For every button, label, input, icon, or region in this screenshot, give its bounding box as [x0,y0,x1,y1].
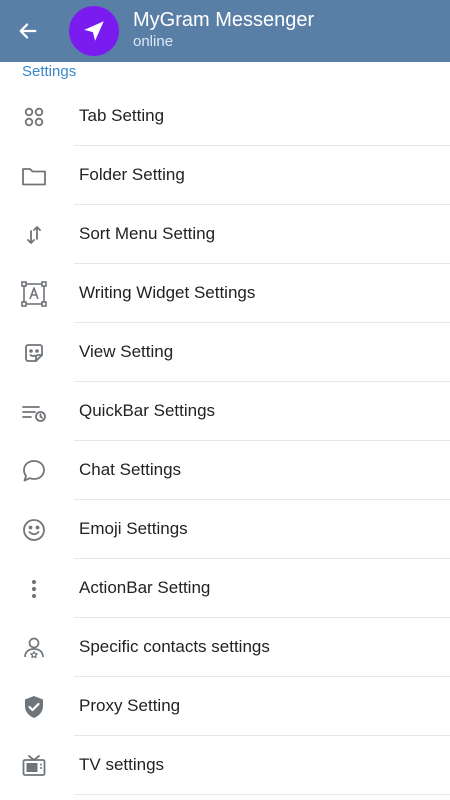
settings-item-label: Writing Widget Settings [79,283,256,302]
sticker-icon [20,339,48,367]
divider [74,794,450,795]
chat-bubble-icon [20,457,48,485]
grid-circles-icon [20,103,48,131]
settings-item-quickbar[interactable]: QuickBar Settings [0,382,450,441]
more-vertical-icon [20,575,48,603]
settings-item-actionbar[interactable]: ActionBar Setting [0,559,450,618]
settings-item-label: View Setting [79,342,174,361]
settings-item-view[interactable]: View Setting [0,323,450,382]
paper-plane-icon [81,18,107,44]
app-title: MyGram Messenger [133,9,315,31]
settings-item-label: Chat Settings [79,460,182,479]
settings-item-emoji[interactable]: Emoji Settings [0,500,450,559]
settings-item-tab[interactable]: Tab Setting [0,87,450,146]
back-button[interactable] [10,13,46,49]
settings-item-label: ActionBar Setting [79,578,211,597]
settings-item-label: Emoji Settings [79,519,188,538]
status-text: online [133,33,174,50]
arrow-left-icon [17,20,39,42]
chat-title-block[interactable]: MyGram Messenger online [133,8,314,51]
settings-item-label: Folder Setting [79,165,185,184]
avatar[interactable] [69,6,119,56]
settings-item-label: Sort Menu Setting [79,224,216,243]
contact-star-icon [20,634,48,662]
folder-icon [20,162,48,190]
settings-item-tv[interactable]: TV settings [0,736,450,795]
smile-icon [20,516,48,544]
section-header: Settings [22,63,77,80]
settings-item-label: Tab Setting [79,106,165,125]
list-clock-icon [20,398,48,426]
app-bar: MyGram Messenger online [0,0,450,62]
tv-icon [20,752,48,780]
settings-item-folder[interactable]: Folder Setting [0,146,450,205]
settings-item-label: TV settings [79,755,165,774]
text-frame-icon [20,280,48,308]
settings-list: Tab Setting Folder Setting Sort Menu Set… [0,87,450,795]
settings-item-writing-widget[interactable]: Writing Widget Settings [0,264,450,323]
settings-item-label: QuickBar Settings [79,401,216,420]
settings-item-chat[interactable]: Chat Settings [0,441,450,500]
settings-item-label: Specific contacts settings [79,637,270,656]
settings-item-label: Proxy Setting [79,696,181,715]
settings-item-proxy[interactable]: Proxy Setting [0,677,450,736]
shield-check-icon [20,693,48,721]
settings-item-specific-contacts[interactable]: Specific contacts settings [0,618,450,677]
sort-arrows-icon [20,221,48,249]
settings-item-sort-menu[interactable]: Sort Menu Setting [0,205,450,264]
